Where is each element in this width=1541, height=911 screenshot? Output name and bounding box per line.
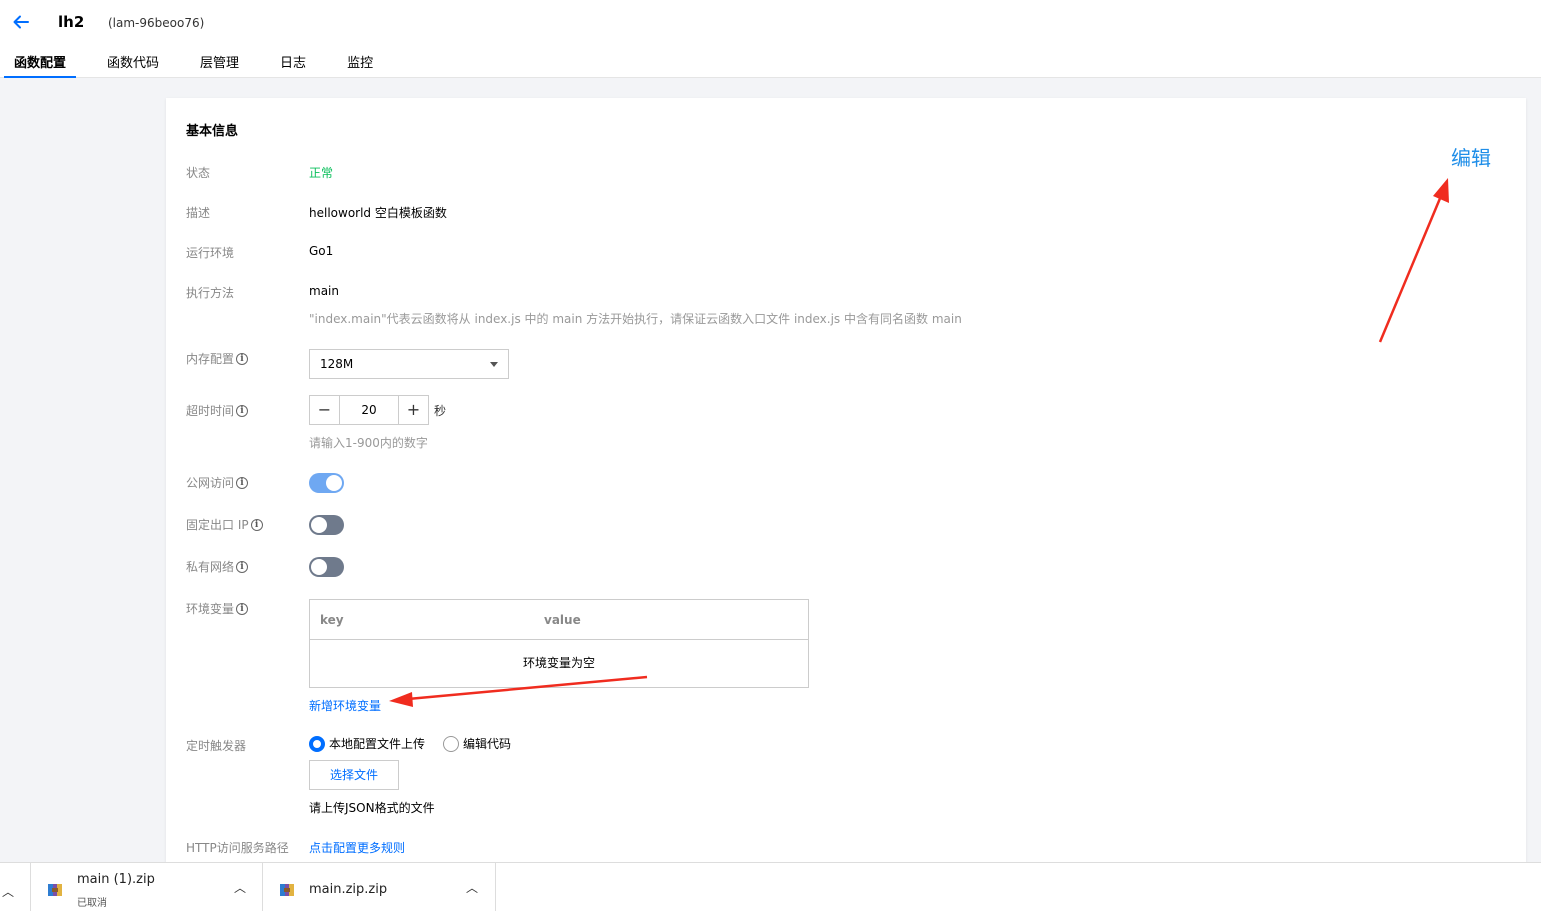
function-name: lh2: [58, 13, 85, 31]
public-access-label-row: 公网访问 i: [186, 474, 249, 491]
info-icon[interactable]: i: [236, 602, 249, 615]
runtime-value: Go1: [309, 244, 334, 258]
radio-edit-code-label[interactable]: 编辑代码: [463, 735, 511, 752]
timer-trigger-label: 定时触发器: [186, 739, 247, 753]
status-label: 状态: [186, 166, 211, 180]
tab-function-config[interactable]: 函数配置: [3, 52, 77, 78]
tab-monitoring[interactable]: 监控: [347, 52, 373, 78]
timeout-hint: 请输入1-900内的数字: [309, 436, 428, 450]
memory-select-value: 128M: [320, 357, 354, 371]
download-filename: main.zip.zip: [309, 882, 388, 897]
radio-upload-config-label[interactable]: 本地配置文件上传: [329, 735, 425, 752]
download-item[interactable]: main (1).zip 已取消 ︿: [30, 863, 263, 911]
memory-label: 内存配置: [186, 352, 235, 366]
fixed-ip-toggle[interactable]: [309, 515, 344, 535]
public-access-toggle[interactable]: [309, 473, 344, 493]
upload-hint: 请上传JSON格式的文件: [309, 801, 435, 815]
timeout-input[interactable]: 20: [340, 396, 398, 424]
configure-rules-link[interactable]: 点击配置更多规则: [309, 839, 405, 856]
info-icon[interactable]: i: [236, 352, 249, 365]
increment-button[interactable]: +: [398, 396, 428, 424]
env-vars-empty-text: 环境变量为空: [522, 656, 595, 670]
timeout-stepper: − 20 +: [309, 395, 429, 425]
env-vars-label: 环境变量: [186, 602, 235, 616]
status-value: 正常: [309, 166, 334, 180]
info-icon[interactable]: i: [236, 404, 249, 417]
private-network-label: 私有网络: [186, 560, 235, 574]
toggle-knob: [326, 475, 342, 491]
download-status: 已取消: [77, 898, 107, 909]
runtime-label: 运行环境: [186, 246, 235, 260]
memory-select[interactable]: 128M: [309, 349, 509, 379]
timeout-label: 超时时间: [186, 404, 235, 418]
toggle-knob: [311, 517, 327, 533]
downloads-bar: ︿ main (1).zip 已取消 ︿ main.zip.zip ︿: [0, 862, 1541, 911]
edit-link[interactable]: 编辑: [1451, 142, 1491, 171]
timeout-label-row: 超时时间 i: [186, 402, 249, 419]
tab-layer-management[interactable]: 层管理: [200, 52, 239, 78]
info-icon[interactable]: i: [250, 518, 263, 531]
function-id: (lam-96beoo76): [108, 16, 205, 30]
description-value: helloworld 空白模板函数: [309, 206, 447, 220]
download-item[interactable]: main.zip.zip ︿: [263, 863, 496, 911]
caret-down-icon: [490, 362, 498, 367]
zip-file-icon: [48, 884, 62, 896]
handler-label: 执行方法: [186, 286, 235, 300]
zip-file-icon: [280, 884, 294, 896]
timer-trigger-options: 本地配置文件上传 编辑代码: [309, 735, 529, 752]
chevron-up-icon[interactable]: ︿: [2, 883, 14, 900]
chevron-up-icon[interactable]: ︿: [234, 879, 246, 896]
fixed-ip-label: 固定出口 IP: [186, 518, 249, 532]
back-arrow-icon[interactable]: [12, 13, 30, 31]
column-header-value: value: [544, 613, 581, 627]
decrement-button[interactable]: −: [310, 396, 340, 424]
private-network-label-row: 私有网络 i: [186, 558, 249, 575]
download-filename: main (1).zip: [77, 872, 155, 887]
section-title: 基本信息: [186, 124, 239, 139]
handler-value: main: [309, 284, 339, 298]
http-path-label: HTTP访问服务路径: [186, 841, 289, 855]
info-icon[interactable]: i: [236, 560, 249, 573]
env-vars-label-row: 环境变量 i: [186, 600, 249, 617]
basic-info-card: 基本信息 编辑 状态 正常 描述 helloworld 空白模板函数 运行环境 …: [166, 98, 1526, 868]
column-header-key: key: [320, 613, 344, 627]
private-network-toggle[interactable]: [309, 557, 344, 577]
info-icon[interactable]: i: [236, 476, 249, 489]
fixed-ip-label-row: 固定出口 IP i: [186, 516, 263, 533]
choose-file-button[interactable]: 选择文件: [309, 760, 399, 790]
env-vars-table-header: key value: [310, 600, 808, 640]
radio-edit-code[interactable]: [443, 735, 460, 752]
chevron-up-icon[interactable]: ︿: [466, 879, 478, 896]
tab-logs[interactable]: 日志: [280, 52, 306, 78]
page-header: lh2 (lam-96beoo76) 函数配置 函数代码 层管理 日志 监控: [0, 0, 1541, 78]
public-access-label: 公网访问: [186, 476, 235, 490]
env-vars-table: key value 环境变量为空: [309, 599, 809, 688]
description-label: 描述: [186, 206, 211, 220]
toggle-knob: [311, 559, 327, 575]
tab-bar: 函数配置 函数代码 层管理 日志 监控: [3, 52, 414, 78]
memory-label-row: 内存配置 i: [186, 350, 249, 367]
timeout-unit: 秒: [434, 404, 447, 418]
radio-upload-config[interactable]: [309, 735, 325, 752]
add-env-var-link[interactable]: 新增环境变量: [309, 697, 381, 714]
tab-function-code[interactable]: 函数代码: [107, 52, 159, 78]
handler-hint: "index.main"代表云函数将从 index.js 中的 main 方法开…: [309, 312, 962, 326]
